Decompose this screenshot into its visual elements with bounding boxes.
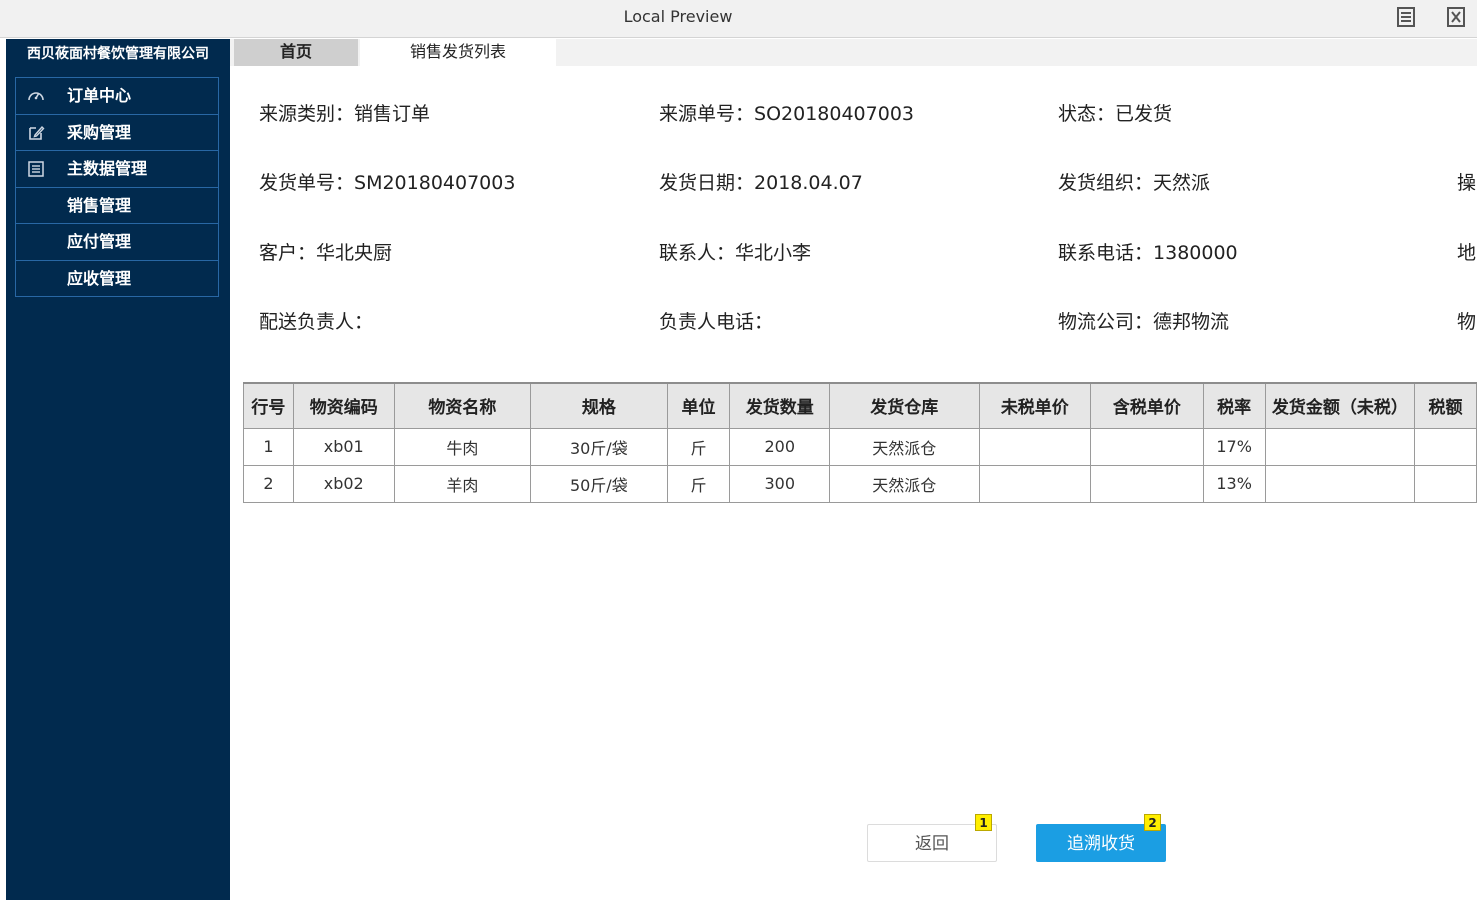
cell-unit: 斤 (666, 427, 731, 466)
field-contact: 联系人：华北小李 (659, 242, 812, 264)
sidebar-item-master-data[interactable]: 主数据管理 (15, 150, 219, 188)
close-x-icon[interactable] (1445, 6, 1467, 28)
col-header-quantity: 发货数量 (729, 382, 831, 429)
cell-price-ex-tax (978, 427, 1092, 466)
cell-tax-amount (1414, 464, 1477, 503)
sidebar-item-label: 销售管理 (67, 195, 132, 215)
table-row[interactable]: 2 xb02 羊肉 50斤/袋 斤 300 天然派仓 13% (243, 464, 1477, 503)
col-header-price-ex-tax: 未税单价 (978, 382, 1092, 429)
cell-line-no: 1 (243, 427, 294, 466)
field-logistics-company: 物流公司：德邦物流 (1058, 311, 1230, 333)
cell-quantity: 200 (729, 427, 831, 466)
sidebar-item-label: 应付管理 (67, 232, 132, 251)
notes-icon[interactable] (1395, 6, 1417, 28)
col-header-material-name: 物资名称 (393, 382, 532, 429)
field-shipment-org: 发货组织：天然派 (1058, 172, 1211, 194)
sidebar-menu: 订单中心 采购管理 主数据管理 销售管理 应付管理 应收管理 (15, 77, 219, 297)
cell-spec: 30斤/袋 (530, 427, 668, 466)
col-header-tax-amount: 税额 (1414, 382, 1477, 429)
field-shipment-date: 发货日期：2018.04.07 (659, 172, 863, 194)
edit-icon (29, 125, 45, 140)
field-operator-truncated: 操 (1457, 172, 1477, 194)
field-customer: 客户：华北央厨 (259, 242, 393, 264)
col-header-unit: 单位 (666, 382, 731, 429)
cell-price-inc-tax (1090, 427, 1204, 466)
hint-badge-1: 1 (975, 814, 992, 831)
sidebar-item-label: 订单中心 (67, 86, 132, 105)
col-header-warehouse: 发货仓库 (829, 382, 980, 429)
window-title: Local Preview (623, 7, 733, 26)
field-shipment-no: 发货单号：SM20180407003 (259, 172, 516, 194)
cell-line-no: 2 (243, 464, 294, 503)
cell-tax-rate: 13% (1202, 464, 1266, 503)
table-header-row: 行号 物资编码 物资名称 规格 单位 发货数量 发货仓库 未税单价 含税单价 税… (243, 382, 1477, 429)
sidebar: 西贝莜面村餐饮管理有限公司 订单中心 采购管理 主数据管理 销售管理 应付管理 … (6, 39, 230, 900)
col-header-amount-ex-tax: 发货金额（未税） (1264, 382, 1416, 429)
company-name: 西贝莜面村餐饮管理有限公司 (27, 46, 209, 62)
col-header-price-inc-tax: 含税单价 (1090, 382, 1204, 429)
hint-badge-2: 2 (1144, 814, 1161, 831)
cell-quantity: 300 (729, 464, 831, 503)
cell-material-code: xb02 (292, 464, 395, 503)
field-contact-phone: 联系电话：1380000 (1058, 242, 1238, 264)
sidebar-item-order-center[interactable]: 订单中心 (15, 77, 219, 115)
field-manager-phone: 负责人电话： (659, 311, 774, 333)
sidebar-item-label: 应收管理 (67, 268, 132, 288)
field-address-truncated: 地 (1457, 242, 1477, 264)
sidebar-item-label: 采购管理 (67, 122, 132, 142)
cell-price-ex-tax (978, 464, 1092, 503)
cell-tax-rate: 17% (1202, 427, 1266, 466)
cell-material-code: xb01 (292, 427, 395, 466)
cell-warehouse: 天然派仓 (829, 427, 980, 466)
field-source-no: 来源单号：SO20180407003 (659, 103, 915, 125)
col-header-line-no: 行号 (243, 382, 294, 429)
sidebar-item-receivable[interactable]: 应收管理 (15, 259, 219, 297)
col-header-spec: 规格 (530, 382, 668, 429)
list-icon (28, 161, 44, 177)
cell-tax-amount (1414, 427, 1477, 466)
window-titlebar: Local Preview (0, 0, 1477, 38)
cell-material-name: 羊肉 (393, 464, 532, 503)
shipment-items-table: 行号 物资编码 物资名称 规格 单位 发货数量 发货仓库 未税单价 含税单价 税… (243, 382, 1477, 503)
sidebar-item-sales[interactable]: 销售管理 (15, 186, 219, 224)
cell-warehouse: 天然派仓 (829, 464, 980, 503)
dashboard-icon (28, 92, 44, 101)
table-row[interactable]: 1 xb01 牛肉 30斤/袋 斤 200 天然派仓 17% (243, 427, 1477, 466)
sidebar-item-purchase[interactable]: 采购管理 (15, 113, 219, 151)
sidebar-item-payable[interactable]: 应付管理 (15, 223, 219, 261)
tab-home[interactable]: 首页 (234, 39, 358, 66)
cell-price-inc-tax (1090, 464, 1204, 503)
col-header-material-code: 物资编码 (292, 382, 395, 429)
col-header-tax-rate: 税率 (1202, 382, 1266, 429)
field-status: 状态：已发货 (1058, 103, 1173, 125)
tab-sales-shipment-list[interactable]: 销售发货列表 (360, 39, 556, 66)
cell-unit: 斤 (666, 464, 731, 503)
cell-amount-ex-tax (1264, 464, 1416, 503)
cell-amount-ex-tax (1264, 427, 1416, 466)
sidebar-item-label: 主数据管理 (67, 159, 148, 178)
field-source-type: 来源类别：销售订单 (259, 103, 431, 125)
cell-spec: 50斤/袋 (530, 464, 668, 503)
cell-material-name: 牛肉 (393, 427, 532, 466)
field-delivery-manager: 配送负责人： (259, 311, 374, 333)
tab-bar: 首页 销售发货列表 (230, 39, 1477, 66)
field-logistics-truncated: 物 (1457, 311, 1477, 333)
